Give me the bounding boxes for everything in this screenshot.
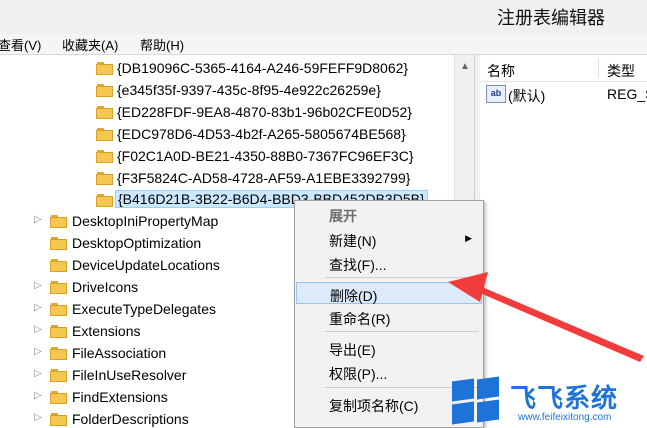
folder-icon (50, 391, 67, 404)
column-divider[interactable] (598, 58, 599, 78)
tree-item-label: {DB19096C-5365-4164-A246-59FEFF9D8062} (117, 60, 409, 76)
tree-key-label: ExecuteTypeDelegates (72, 301, 216, 317)
menu-item-new[interactable]: 新建(N) ▶ (296, 228, 482, 250)
folder-icon (96, 106, 113, 119)
folder-icon (50, 369, 67, 382)
folder-icon (50, 237, 67, 250)
column-header: 名称 类型 (480, 55, 647, 82)
tree-key-label: DeviceUpdateLocations (72, 257, 220, 273)
tree-item-label: {F3F5824C-AD58-4728-AF59-A1EBE3392799} (117, 170, 411, 186)
expand-arrow-icon[interactable]: ▷ (34, 390, 42, 401)
expand-arrow-icon[interactable]: ▷ (34, 346, 42, 357)
folder-icon (96, 62, 113, 75)
watermark-url: www.feifeixitong.com (518, 412, 612, 423)
folder-icon (50, 281, 67, 294)
folder-icon (96, 84, 113, 97)
expand-arrow-icon[interactable]: ▷ (34, 280, 42, 291)
value-type: REG_S (607, 86, 647, 102)
folder-icon (96, 172, 113, 185)
window-title: 注册表编辑器 (497, 8, 605, 28)
watermark-logo: 飞飞系统 www.feifeixitong.com (452, 376, 647, 428)
tree-key-label: FileAssociation (72, 345, 167, 361)
menu-favorites[interactable]: 收藏夹(A) (62, 35, 118, 54)
scroll-up-icon[interactable]: ▲ (460, 61, 470, 72)
menu-help[interactable]: 帮助(H) (140, 35, 184, 54)
tree-key-label: FindExtensions (72, 389, 168, 405)
tree-key-label: DesktopIniPropertyMap (72, 213, 219, 229)
value-row[interactable]: ab (默认) REG_S (480, 83, 647, 105)
tree-key-label: DriveIcons (72, 279, 139, 295)
tree-item-label: {ED228FDF-9EA8-4870-83b1-96b02CFE0D52} (117, 104, 412, 120)
folder-icon (96, 194, 113, 207)
folder-icon (96, 128, 113, 141)
column-name-header[interactable]: 名称 (487, 61, 515, 81)
folder-icon (50, 325, 67, 338)
folder-icon (50, 303, 67, 316)
title-bar: 注册表编辑器 (0, 0, 647, 35)
watermark-brand: 飞飞系统 (510, 383, 619, 413)
expand-arrow-icon[interactable]: ▷ (34, 214, 42, 225)
folder-icon (50, 347, 67, 360)
tree-item-label: {EDC978D6-4D53-4b2f-A265-5805674BE568} (117, 126, 406, 142)
folder-icon (50, 259, 67, 272)
submenu-arrow-icon: ▶ (465, 233, 472, 243)
expand-arrow-icon[interactable]: ▷ (34, 412, 42, 423)
annotation-arrow-icon (448, 272, 644, 362)
expand-arrow-icon[interactable]: ▷ (34, 324, 42, 335)
menu-item-expand[interactable]: 展开 (296, 203, 482, 225)
expand-arrow-icon[interactable]: ▷ (34, 368, 42, 379)
folder-icon (50, 413, 67, 426)
menu-bar: 查看(V) 收藏夹(A) 帮助(H) (0, 34, 647, 55)
tree-item-label: {F02C1A0D-BE21-4350-88B0-7367FC96EF3C} (117, 148, 414, 164)
folder-icon (50, 215, 67, 228)
expand-arrow-icon[interactable]: ▷ (34, 302, 42, 313)
menu-view[interactable]: 查看(V) (0, 35, 41, 54)
tree-key-label: FolderDescriptions (72, 411, 189, 427)
string-value-icon: ab (486, 85, 506, 103)
column-type-header[interactable]: 类型 (607, 61, 635, 81)
value-name: (默认) (508, 88, 546, 104)
folder-icon (96, 150, 113, 163)
tree-key-label: FileInUseResolver (72, 367, 187, 383)
tree-key-label: DesktopOptimization (72, 235, 202, 251)
tree-key-label: Extensions (72, 323, 141, 339)
tree-item-label: {e345f35f-9397-435c-8f95-4e922c26259e} (117, 82, 381, 98)
